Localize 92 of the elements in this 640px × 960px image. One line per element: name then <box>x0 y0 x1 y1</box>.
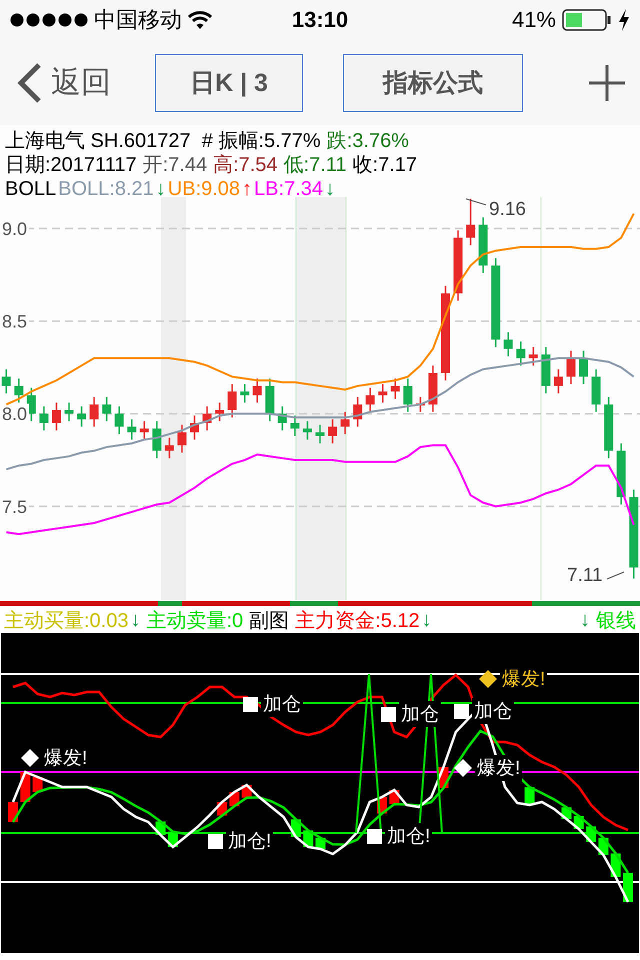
candlestick <box>340 412 350 434</box>
battery-percent: 41% <box>512 7 556 33</box>
candlestick <box>102 397 112 422</box>
candlestick <box>554 369 563 394</box>
candlestick <box>579 350 588 384</box>
candlestick <box>378 384 388 403</box>
quote-value: 日期:20171117 <box>5 153 137 177</box>
candlestick <box>52 402 61 430</box>
legend-value: 副图 <box>249 608 290 633</box>
candlestick <box>516 341 526 366</box>
trend-arrow: ↓ <box>580 608 590 632</box>
legend-value: BOLL:8.21 <box>58 177 154 201</box>
candlestick <box>164 438 174 458</box>
candlestick <box>202 406 212 430</box>
candlestick <box>90 397 99 427</box>
candlestick <box>428 366 438 412</box>
candlestick <box>366 388 375 412</box>
candlestick <box>2 369 11 394</box>
candlestick <box>278 406 287 430</box>
carrier-name: 中国移动 <box>94 6 182 34</box>
signal-icon <box>10 13 88 27</box>
candlestick <box>177 424 186 453</box>
candlestick <box>152 421 162 458</box>
candlestick <box>316 424 324 444</box>
candlestick <box>265 378 274 422</box>
chevron-left-icon <box>15 62 43 104</box>
candlestick <box>114 406 124 434</box>
candlestick <box>454 230 463 301</box>
period-button[interactable]: 日K | 3 <box>155 54 303 112</box>
candlestick <box>478 217 488 273</box>
candlestick <box>190 416 199 440</box>
battery-icon <box>562 9 612 31</box>
candlestick <box>302 421 312 440</box>
candlestick <box>140 421 149 440</box>
signal-label: 加仓 <box>472 698 514 724</box>
quote-value: 上海电气 SH.601727 # 振幅:5.77% <box>5 129 321 153</box>
trend-arrow: ↓ <box>156 177 166 201</box>
quote-value: 低:7.11 <box>284 153 347 177</box>
leader-line <box>606 572 624 580</box>
back-button[interactable]: 返回 <box>15 62 155 104</box>
candlestick <box>240 384 250 403</box>
candlestick <box>64 402 74 422</box>
trend-arrow: ↓ <box>422 608 432 632</box>
candlestick <box>77 406 86 427</box>
axis-label: 8.5 <box>2 312 28 332</box>
candlestick <box>592 369 601 412</box>
wifi-icon <box>188 11 212 29</box>
quote-value: 高:7.54 <box>213 153 278 177</box>
candlestick <box>127 419 136 440</box>
candlestick <box>416 397 425 412</box>
candlestick <box>252 378 262 403</box>
candlestick <box>403 378 412 412</box>
trend-arrow: ↓ <box>130 608 140 632</box>
axis-label: 9.0 <box>2 219 28 239</box>
quote-value: 跌:3.76% <box>326 129 409 153</box>
legend-value: LB:7.34 <box>254 177 323 201</box>
legend-value: UB:9.08 <box>168 177 240 201</box>
trend-arrow: ↓ <box>325 177 335 201</box>
candlestick <box>353 397 362 427</box>
high-price-label: 9.16 <box>489 199 526 220</box>
clock-time: 13:10 <box>292 7 348 33</box>
candlestick <box>604 397 614 458</box>
quote-value: 收:7.17 <box>352 153 418 177</box>
signal-label: 加仓 <box>261 691 303 717</box>
candlestick <box>390 378 400 399</box>
candlestick <box>290 416 300 436</box>
candlestick <box>541 347 550 394</box>
candlestick <box>228 384 237 418</box>
plus-icon[interactable] <box>589 64 625 100</box>
candlestick <box>215 402 224 422</box>
legend-value: 主力资金:5.12 <box>295 608 420 633</box>
quote-value: 开:7.44 <box>142 153 208 177</box>
signal-label: 加仓 <box>399 701 441 727</box>
indicator-name: BOLL <box>5 177 56 201</box>
leader-line <box>466 198 486 206</box>
trend-arrow: ↑ <box>242 177 252 201</box>
legend-value: 银线 <box>596 608 636 633</box>
candlestick <box>504 332 513 356</box>
candlestick <box>14 378 24 403</box>
legend-value: 主动买量:0.03 <box>4 608 128 633</box>
candlestick <box>466 198 476 246</box>
candlestick <box>528 347 538 366</box>
candlestick <box>616 443 626 504</box>
axis-label: 8.0 <box>2 404 28 424</box>
legend-value: 主动卖量:0 <box>146 608 244 633</box>
signal-label: 爆发! <box>475 755 522 781</box>
formula-button[interactable]: 指标公式 <box>343 54 523 112</box>
low-price-label: 7.11 <box>567 565 603 586</box>
candlestick <box>39 406 48 430</box>
candlestick <box>328 419 338 444</box>
candlestick <box>566 350 576 384</box>
axis-label: 7.5 <box>2 496 28 517</box>
